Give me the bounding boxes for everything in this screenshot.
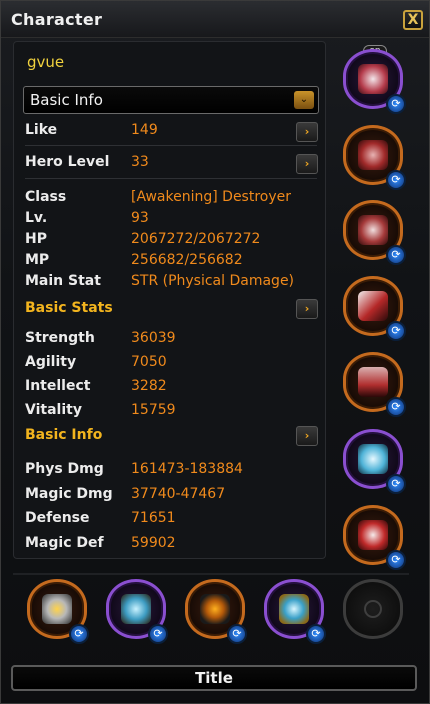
ring-icon <box>279 594 309 624</box>
dropdown-selected-value: Basic Info <box>30 91 103 109</box>
stat-label: Magic Dmg <box>25 486 113 502</box>
stat-row-like: Like 149 <box>25 122 325 144</box>
stat-row-agility: Agility 7050 <box>25 354 325 376</box>
swap-icon[interactable]: ⟳ <box>227 624 247 644</box>
stat-label: Strength <box>25 330 95 346</box>
swap-icon[interactable]: ⟳ <box>386 245 406 265</box>
stat-value: 37740-47467 <box>131 486 226 502</box>
stat-label: Magic Def <box>25 535 104 551</box>
stat-row-magic-dmg: Magic Dmg 37740-47467 <box>25 486 325 508</box>
stat-row-strength: Strength 36039 <box>25 330 325 352</box>
swap-icon[interactable]: ⟳ <box>386 474 406 494</box>
stat-value: 33 <box>131 154 149 170</box>
stat-row-intellect: Intellect 3282 <box>25 378 325 400</box>
swap-icon[interactable]: ⟳ <box>306 624 326 644</box>
equip-slot-empty[interactable] <box>343 579 403 639</box>
stat-value: 3282 <box>131 378 167 394</box>
stat-label: Hero Level <box>25 154 110 170</box>
swap-icon[interactable]: ⟳ <box>386 397 406 417</box>
stat-value: 149 <box>131 122 158 138</box>
empty-slot-icon <box>364 600 382 618</box>
stat-row-defense: Defense 71651 <box>25 510 325 532</box>
section-heading-basic-info: Basic Info <box>25 427 103 443</box>
stat-label: Like <box>25 122 58 138</box>
stat-value: 93 <box>131 210 149 226</box>
helmet-icon <box>358 64 388 94</box>
weapon-icon <box>358 291 388 321</box>
window-title: Character <box>11 10 103 29</box>
swap-icon[interactable]: ⟳ <box>386 94 406 114</box>
stat-value: [Awakening] Destroyer <box>131 189 292 205</box>
stat-value: 59902 <box>131 535 176 551</box>
stat-value: 256682/256682 <box>131 252 243 268</box>
stat-label: Main Stat <box>25 273 101 289</box>
chest-armor-icon <box>358 140 388 170</box>
leg-armor-icon <box>358 367 388 397</box>
stat-label: Defense <box>25 510 90 526</box>
stat-label: MP <box>25 252 50 268</box>
stat-row-phys-dmg: Phys Dmg 161473-183884 <box>25 461 325 483</box>
stat-value: 7050 <box>131 354 167 370</box>
gloves-icon <box>358 215 388 245</box>
stat-value: 2067272/2067272 <box>131 231 261 247</box>
stat-label: HP <box>25 231 47 247</box>
divider <box>25 178 317 179</box>
stat-row-vitality: Vitality 15759 <box>25 402 325 424</box>
stat-row-mp: MP 256682/256682 <box>25 252 325 274</box>
swap-icon[interactable]: ⟳ <box>386 170 406 190</box>
earrings-icon <box>121 594 151 624</box>
stat-row-magic-def: Magic Def 59902 <box>25 535 325 557</box>
stat-label: Intellect <box>25 378 91 394</box>
swap-icon[interactable]: ⟳ <box>69 624 89 644</box>
character-window: Character X gvue Basic Info ⌄ Like 149 ›… <box>0 0 430 704</box>
stat-label: Lv. <box>25 210 48 226</box>
section-heading-basic-stats: Basic Stats <box>25 300 113 316</box>
chevron-down-icon[interactable]: ⌄ <box>294 91 314 109</box>
stat-value: 161473-183884 <box>131 461 243 477</box>
boots-icon <box>358 520 388 550</box>
swap-icon[interactable]: ⟳ <box>386 550 406 570</box>
stat-row-hero-level: Hero Level 33 <box>25 154 325 176</box>
stat-label: Vitality <box>25 402 82 418</box>
stat-row-hp: HP 2067272/2067272 <box>25 231 325 253</box>
divider <box>13 573 409 575</box>
stat-row-class: Class [Awakening] Destroyer <box>25 189 325 211</box>
stat-label: Agility <box>25 354 77 370</box>
title-button[interactable]: Title <box>11 665 417 691</box>
basic-info-more-button[interactable]: › <box>296 426 318 446</box>
stat-value: 15759 <box>131 402 176 418</box>
close-button[interactable]: X <box>403 10 423 30</box>
like-more-button[interactable]: › <box>296 122 318 142</box>
basic-stats-more-button[interactable]: › <box>296 299 318 319</box>
stat-value: 36039 <box>131 330 176 346</box>
stat-label: Phys Dmg <box>25 461 104 477</box>
title-bar[interactable]: Character X <box>1 1 429 38</box>
stat-row-level: Lv. 93 <box>25 210 325 232</box>
swap-icon[interactable]: ⟳ <box>148 624 168 644</box>
hero-level-more-button[interactable]: › <box>296 154 318 174</box>
character-name: gvue <box>27 53 65 71</box>
ring-icon <box>200 594 230 624</box>
stat-label: Class <box>25 189 67 205</box>
swap-icon[interactable]: ⟳ <box>386 321 406 341</box>
divider <box>25 145 317 146</box>
wings-icon <box>358 444 388 474</box>
stat-value: STR (Physical Damage) <box>131 273 295 289</box>
stat-value: 71651 <box>131 510 176 526</box>
stat-row-main-stat: Main Stat STR (Physical Damage) <box>25 273 325 295</box>
necklace-icon <box>42 594 72 624</box>
info-category-dropdown[interactable]: Basic Info ⌄ <box>23 86 319 114</box>
